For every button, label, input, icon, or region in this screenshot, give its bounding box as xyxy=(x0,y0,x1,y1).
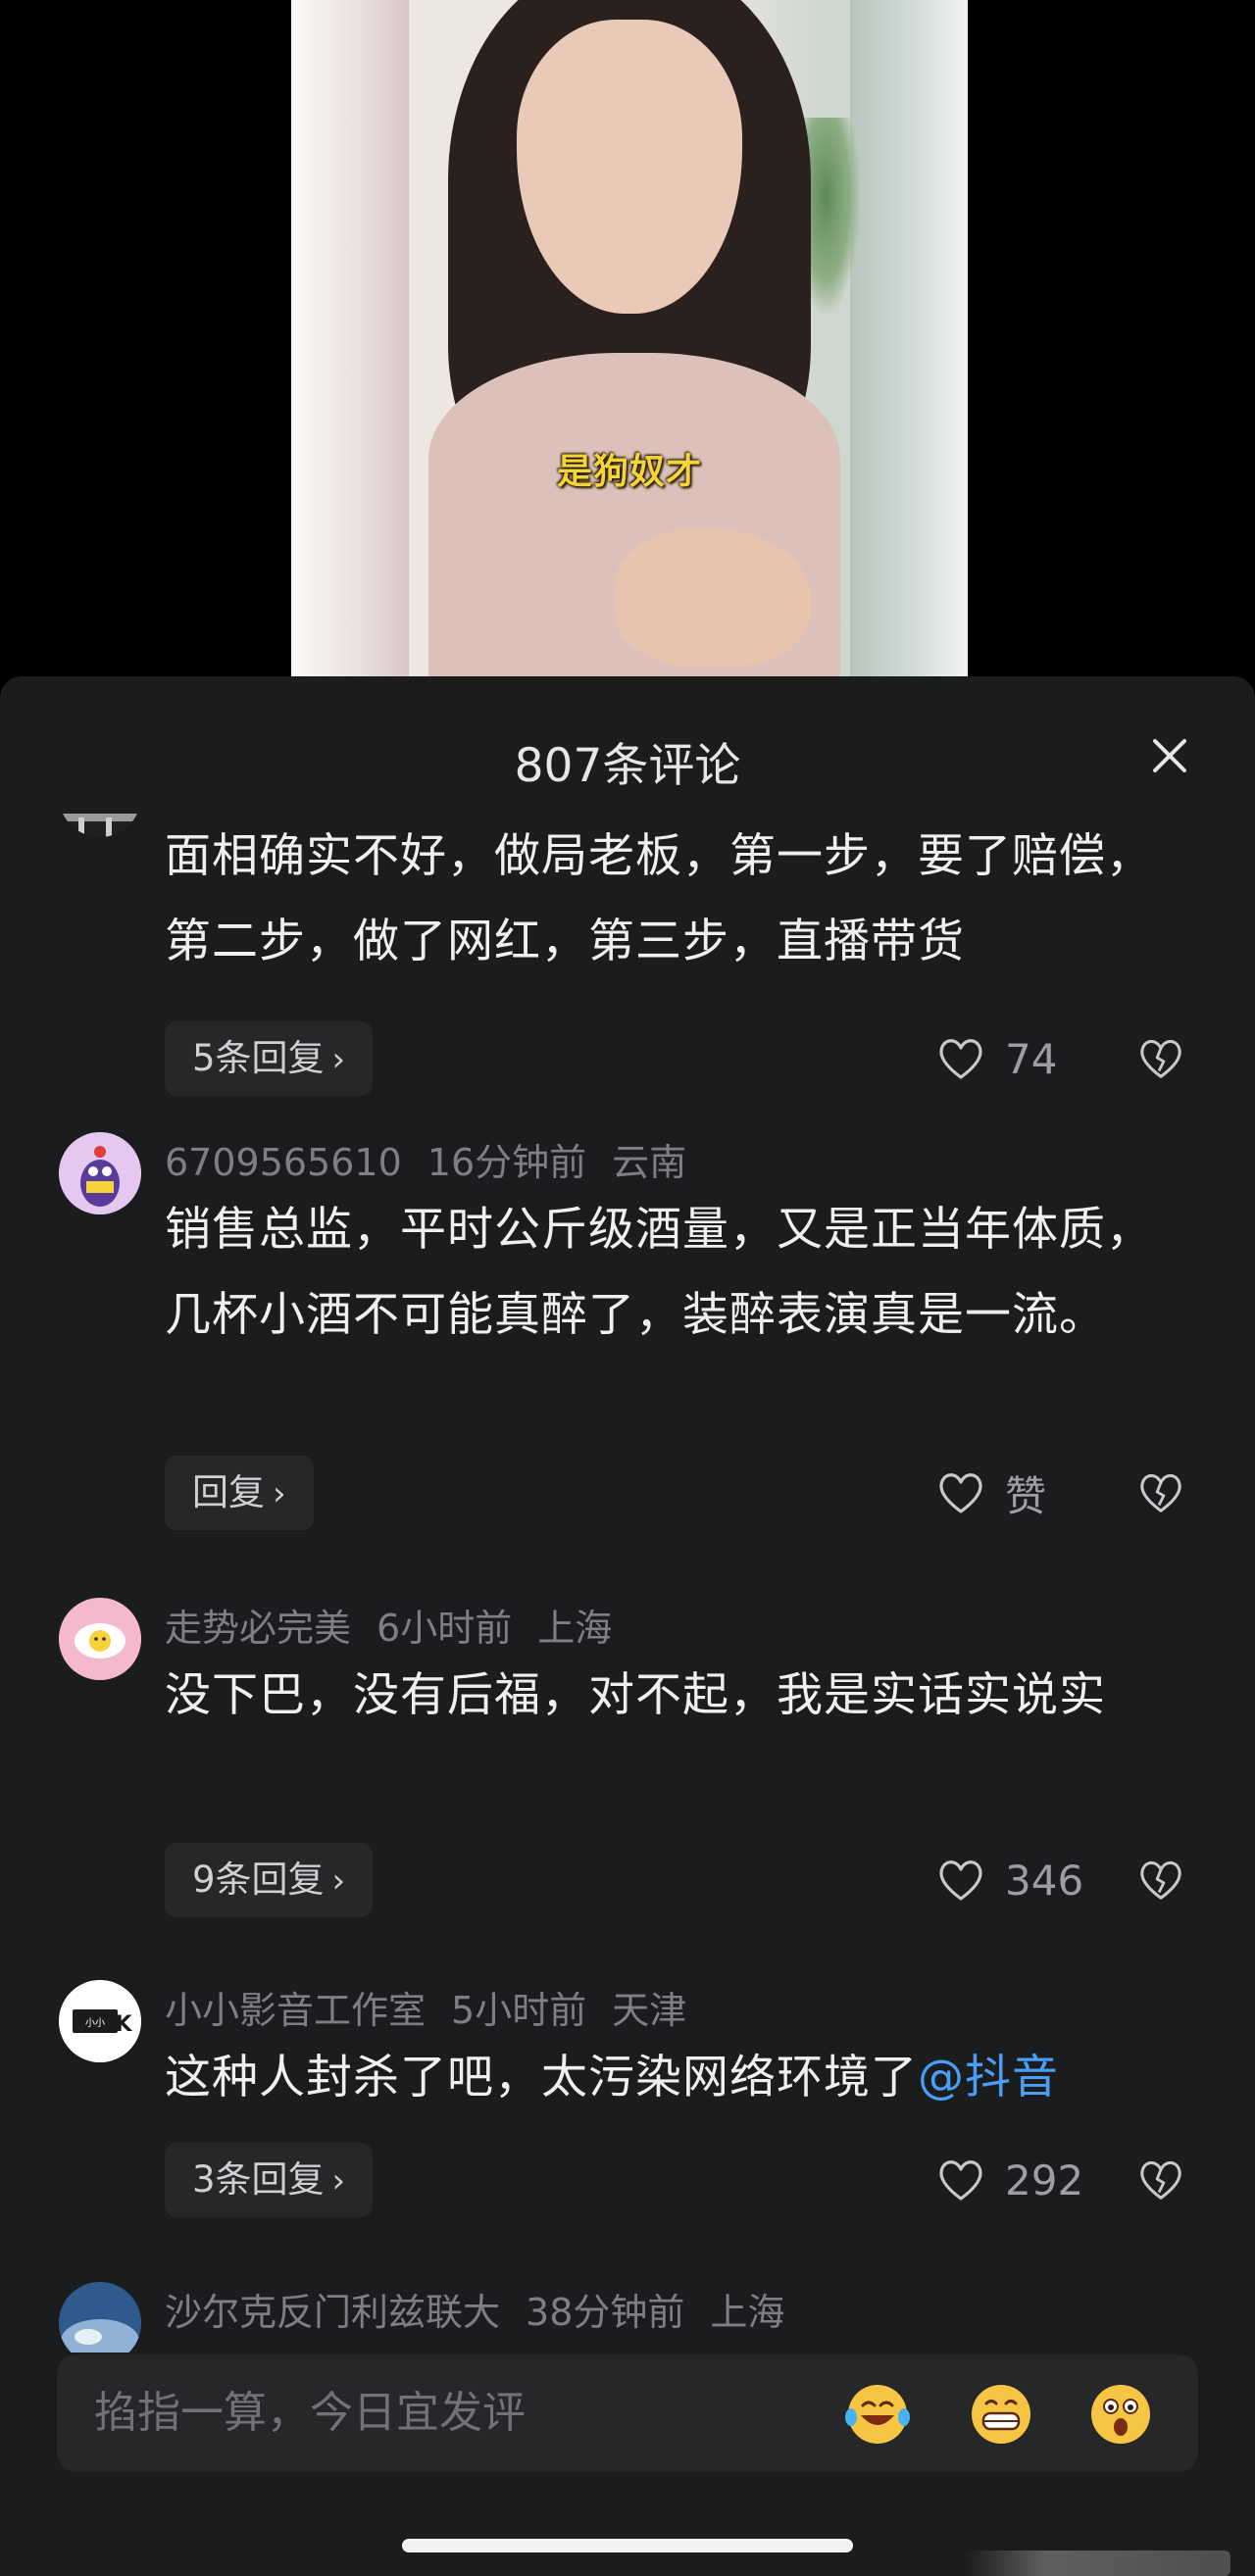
video-frame[interactable]: 是狗奴才 xyxy=(291,0,968,676)
comment-input-bar[interactable]: 掐指一算，今日宜发评 xyxy=(57,2354,1198,2472)
svg-text:K: K xyxy=(115,2012,132,2037)
video-person-hands xyxy=(615,529,811,667)
like-count: 292 xyxy=(1005,2155,1084,2204)
grinning-emoji-button[interactable] xyxy=(967,2380,1035,2449)
video-blur-right xyxy=(850,0,968,676)
chevron-right-icon: › xyxy=(273,1474,286,1513)
timestamp: 6小时前 xyxy=(376,1607,513,1650)
video-area[interactable]: 是狗奴才 xyxy=(0,0,1255,676)
comment-text: 这种人封杀了吧，太污染网络环境了@抖音 xyxy=(165,2035,1184,2120)
timestamp: 5小时前 xyxy=(451,1989,587,2032)
location: 天津 xyxy=(612,1989,687,2032)
location: 云南 xyxy=(612,1141,687,1184)
heart-icon xyxy=(939,1039,982,1079)
heart-icon xyxy=(939,2160,982,2201)
comment-item: 走势必完美 6小时前 上海 没下巴，没有后福，对不起，我是实话实说实 9条回复 › 3… xyxy=(0,1598,1255,1970)
comment-item: 面相确实不好，做局老板，第一步，要了赔偿，第二步，做了网红，第三步，直播带货 5… xyxy=(0,814,1255,1166)
reply-label: 9条回复 xyxy=(192,1858,325,1901)
heart-icon xyxy=(939,1473,982,1513)
broken-heart-icon xyxy=(1140,1860,1181,1900)
comment-meta: 6709565610 16分钟前 云南 xyxy=(165,1132,712,1186)
comment-text: 没下巴，没有后福，对不起，我是实话实说实 xyxy=(165,1668,1106,1722)
svg-text:小小: 小小 xyxy=(85,2017,105,2029)
avatar[interactable] xyxy=(59,1598,141,1680)
dislike-button[interactable] xyxy=(1137,2143,1186,2217)
avatar-image: 小小 K xyxy=(59,1980,141,2062)
username[interactable]: 走势必完美 xyxy=(165,1607,351,1650)
laughing-crying-emoji-icon xyxy=(845,2385,910,2444)
comment-item: 6709565610 16分钟前 云南 销售总监，平时公斤级酒量，又是正当年体质，几… xyxy=(0,1132,1255,1544)
laughing-crying-emoji-button[interactable] xyxy=(843,2380,912,2449)
location: 上海 xyxy=(537,1607,613,1650)
comment-text: 面相确实不好，做局老板，第一步，要了赔偿，第二步，做了网红，第三步，直播带货 xyxy=(165,829,1153,968)
avatar[interactable] xyxy=(59,814,141,837)
comment-sheet: 807条评论 面相确实不好，做局老板，第一步，要了赔偿，第二步，做了网红，第三步… xyxy=(0,676,1255,2576)
like-button[interactable]: 赞 xyxy=(936,1456,1046,1530)
chevron-right-icon: › xyxy=(331,1040,346,1079)
comment-item: 小小 K 小小影音工作室 5小时前 天津 这种人封杀了吧，太污染网络环境了@抖音 3… xyxy=(0,1980,1255,2274)
like-count: 74 xyxy=(1005,1034,1058,1083)
broken-heart-icon xyxy=(1140,1039,1181,1078)
surprised-emoji-icon xyxy=(1091,2385,1150,2444)
avatar[interactable]: 小小 K xyxy=(59,1980,141,2062)
dislike-button[interactable] xyxy=(1137,1021,1186,1096)
like-count: 赞 xyxy=(1005,1471,1047,1520)
comment-meta: 沙尔克反门利兹联大 38分钟前 上海 xyxy=(165,2282,810,2336)
username[interactable]: 6709565610 xyxy=(165,1141,402,1184)
surprised-emoji-button[interactable] xyxy=(1086,2380,1155,2449)
like-button[interactable]: 292 xyxy=(936,2143,1083,2217)
timestamp: 38分钟前 xyxy=(526,2291,685,2334)
reply-label: 5条回复 xyxy=(192,1037,325,1079)
comment-text: 销售总监，平时公斤级酒量，又是正当年体质，几杯小酒不可能真醉了，装醉表演真是一流… xyxy=(165,1203,1153,1342)
view-replies-button[interactable]: 5条回复 › xyxy=(165,1021,374,1096)
heart-icon xyxy=(939,1860,982,1901)
like-button[interactable]: 74 xyxy=(936,1021,1057,1096)
sheet-header: 807条评论 xyxy=(0,676,1255,833)
avatar-image xyxy=(59,2282,141,2353)
broken-heart-icon xyxy=(1140,1473,1181,1512)
home-indicator[interactable] xyxy=(402,2539,853,2552)
video-blur-left xyxy=(291,0,409,676)
chevron-right-icon: › xyxy=(331,2161,346,2201)
chevron-right-icon: › xyxy=(331,1861,346,1901)
watermark xyxy=(966,2551,1230,2576)
like-count: 346 xyxy=(1005,1856,1084,1905)
close-button[interactable] xyxy=(1145,731,1194,780)
comment-text-body: 这种人封杀了吧，太污染网络环境了 xyxy=(165,2051,918,2105)
dislike-button[interactable] xyxy=(1137,1456,1186,1530)
comment-meta: 走势必完美 6小时前 上海 xyxy=(165,1598,637,1652)
username[interactable]: 小小影音工作室 xyxy=(165,1989,426,2032)
avatar-image xyxy=(59,814,141,837)
grinning-emoji-icon xyxy=(972,2385,1030,2444)
comment-item: 沙尔克反门利兹联大 38分钟前 上海 xyxy=(0,2282,1255,2353)
comment-meta: 小小影音工作室 5小时前 天津 xyxy=(165,1980,712,2034)
dislike-button[interactable] xyxy=(1137,1843,1186,1917)
avatar-image xyxy=(59,1132,141,1214)
avatar[interactable] xyxy=(59,2282,141,2353)
view-replies-button[interactable]: 9条回复 › xyxy=(165,1843,374,1917)
mention-link[interactable]: @抖音 xyxy=(918,2051,1059,2105)
reply-label: 回复 xyxy=(192,1471,265,1513)
reply-button[interactable]: 回复 › xyxy=(165,1456,314,1530)
timestamp: 16分钟前 xyxy=(427,1141,587,1184)
avatar[interactable] xyxy=(59,1132,141,1214)
video-subtitle: 是狗奴才 xyxy=(556,452,702,492)
location: 上海 xyxy=(710,2291,785,2334)
view-replies-button[interactable]: 3条回复 › xyxy=(165,2143,374,2217)
broken-heart-icon xyxy=(1140,2160,1181,2200)
comment-count-title: 807条评论 xyxy=(514,739,741,793)
avatar-image xyxy=(59,1598,141,1680)
comment-list[interactable]: 面相确实不好，做局老板，第一步，要了赔偿，第二步，做了网红，第三步，直播带货 5… xyxy=(0,814,1255,2353)
close-icon xyxy=(1153,739,1186,772)
comment-input[interactable]: 掐指一算，今日宜发评 xyxy=(94,2354,526,2472)
like-button[interactable]: 346 xyxy=(936,1843,1083,1917)
username[interactable]: 沙尔克反门利兹联大 xyxy=(165,2291,500,2334)
reply-label: 3条回复 xyxy=(192,2158,325,2201)
